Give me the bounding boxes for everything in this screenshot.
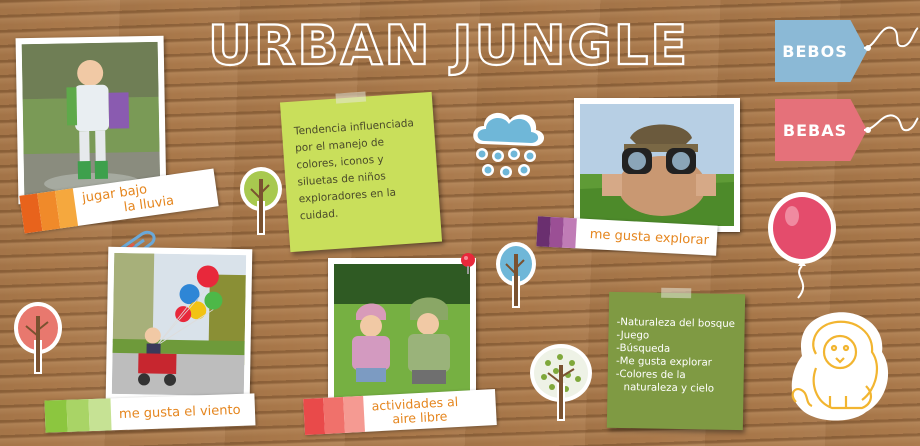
lion-icon	[791, 312, 889, 421]
note-list-item: naturaleza y cielo	[623, 382, 715, 395]
swatch	[303, 398, 326, 435]
photo-binoculars	[574, 98, 740, 232]
tree-icon	[496, 242, 536, 308]
swatch	[343, 395, 365, 433]
label-wind-text: me gusta el viento	[118, 402, 241, 422]
label-wind: me gusta el viento	[44, 393, 256, 433]
pushpin-icon	[461, 253, 475, 274]
tag-bebas: BEBAS	[775, 99, 867, 161]
photo-balloons	[105, 246, 253, 403]
swatch	[66, 399, 90, 432]
swatch	[44, 399, 68, 433]
tag-bebas-text: BEBAS	[782, 120, 848, 140]
note-list: -Naturaleza del bosque -Juego -Búsqueda …	[606, 287, 746, 431]
swatch	[323, 396, 346, 434]
tag-bebos: BEBOS	[775, 20, 867, 82]
tag-string	[863, 114, 919, 133]
cloud-rain-icon	[473, 112, 545, 178]
balloon-icon	[768, 192, 836, 299]
swatch	[88, 398, 112, 432]
note-trend: Tendencia influenciada por el manejo de …	[279, 91, 443, 253]
swatch	[562, 217, 577, 249]
tag-bebos-text: BEBOS	[782, 41, 848, 61]
tag-string	[863, 26, 919, 51]
tree-icon	[14, 302, 62, 374]
page-title-text: URBAN JUNGLE	[208, 14, 689, 77]
tree-icon	[530, 344, 592, 421]
photo-kids-outdoor	[328, 258, 476, 404]
cardboard-board: URBAN JUNGLE jugar bajo la lluvia Tenden…	[0, 0, 920, 446]
tree-icon	[240, 167, 282, 235]
page-title: URBAN JUNGLE	[207, 13, 689, 78]
label-explore-text: me gusta explorar	[589, 226, 710, 248]
